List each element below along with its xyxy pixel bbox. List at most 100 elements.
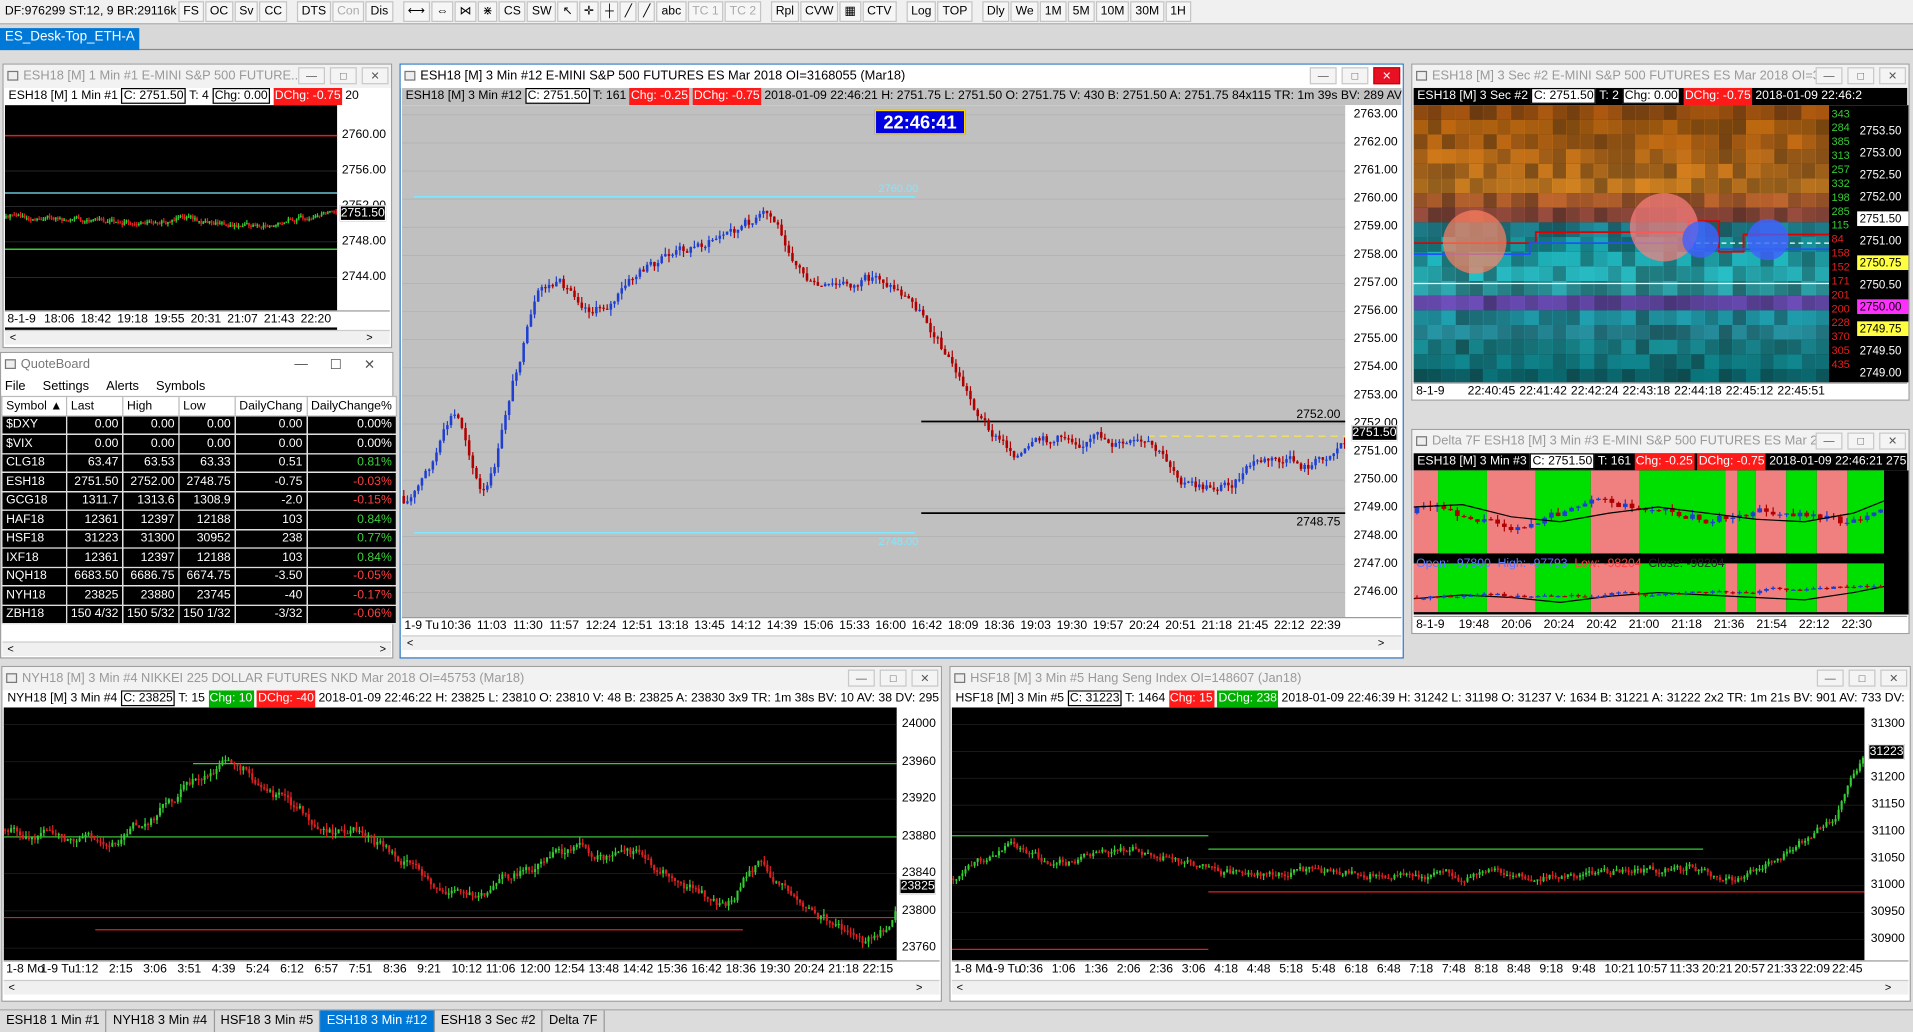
- drawing-tool-icon[interactable]: ↖: [557, 1, 578, 22]
- toolbar-button-con[interactable]: Con: [332, 1, 365, 22]
- drawing-tool-icon[interactable]: ✛: [578, 1, 599, 22]
- menu-item-alerts[interactable]: Alerts: [106, 379, 139, 394]
- window-title[interactable]: ESH18 [M] 3 Min #12 E-MINI S&P 500 FUTUR…: [400, 64, 1403, 88]
- chart-tab[interactable]: ESH18 3 Min #12: [320, 1010, 435, 1032]
- window-title[interactable]: HSF18 [M] 3 Min #5 Hang Seng Index OI=14…: [950, 667, 1910, 691]
- toolbar-button-10m[interactable]: 10M: [1095, 1, 1130, 22]
- toolbar-tool-icon[interactable]: ⟷: [402, 1, 431, 22]
- toolbar-button-1h[interactable]: 1H: [1165, 1, 1191, 22]
- menu-item-file[interactable]: File: [5, 379, 26, 394]
- horizontal-scrollbar[interactable]: < >: [2, 641, 391, 657]
- close-icon[interactable]: ✕: [364, 357, 375, 373]
- window-title[interactable]: NYH18 [M] 3 Min #4 NIKKEI 225 DOLLAR FUT…: [2, 667, 941, 691]
- table-row[interactable]: CLG18 63.47 63.53 63.33 0.51 0.81%: [1, 452, 397, 473]
- chart-window-esh18-3sec[interactable]: ESH18 [M] 3 Sec #2 E-MINI S&P 500 FUTURE…: [1411, 63, 1910, 401]
- toolbar-button-dis[interactable]: Dis: [365, 1, 394, 22]
- close-button[interactable]: ✕: [1880, 669, 1908, 687]
- horizontal-scrollbar[interactable]: < >: [401, 635, 1402, 650]
- drawing-tool-icon[interactable]: ╱: [619, 1, 638, 22]
- table-row[interactable]: HSF18 31223 31300 30952 238 0.77%: [1, 528, 397, 549]
- toolbar-button-we[interactable]: We: [1010, 1, 1039, 22]
- maximize-button[interactable]: □: [1341, 67, 1369, 85]
- chart-tab[interactable]: ESH18 3 Sec #2: [435, 1010, 543, 1032]
- chart-tab[interactable]: NYH18 3 Min #4: [107, 1010, 215, 1032]
- table-row[interactable]: IXF18 12361 12397 12188 103 0.84%: [1, 547, 397, 568]
- toolbar-button-30m[interactable]: 30M: [1130, 1, 1165, 22]
- toolbar-button-cvw[interactable]: CVW: [800, 1, 839, 22]
- drawing-tool-icon[interactable]: ┼: [600, 1, 619, 22]
- heatmap-plot[interactable]: 3432843853132573321982851158415815217120…: [1413, 105, 1909, 383]
- chart-window-delta-7f[interactable]: Delta 7F ESH18 [M] 3 Min #3 E-MINI S&P 5…: [1411, 428, 1910, 635]
- close-button[interactable]: ✕: [911, 669, 939, 687]
- quoteboard-window[interactable]: QuoteBoard — ☐ ✕ File Settings Alerts Symbols…: [0, 351, 397, 659]
- chart-tab[interactable]: Delta 7F: [543, 1010, 605, 1032]
- minimize-button[interactable]: —: [847, 669, 875, 687]
- close-button[interactable]: ✕: [1879, 432, 1907, 450]
- column-header[interactable]: High: [122, 395, 180, 417]
- table-row[interactable]: ZBH18 150 4/32 150 5/32 150 1/32 -3/32 -0.06%: [1, 604, 397, 625]
- column-header[interactable]: DailyChange%: [306, 395, 397, 417]
- menu-item-settings[interactable]: Settings: [43, 379, 89, 394]
- toolbar-button-5m[interactable]: 5M: [1067, 1, 1095, 22]
- table-row[interactable]: NQH18 6683.50 6686.75 6674.75 -3.50 -0.05%: [1, 566, 397, 587]
- table-row[interactable]: $DXY 0.00 0.00 0.00 0.00 0.00%: [1, 414, 397, 435]
- minimize-button[interactable]: —: [1815, 432, 1843, 450]
- toolbar-button-cs[interactable]: CS: [499, 1, 526, 22]
- toolbar-button-sv[interactable]: Sv: [234, 1, 259, 22]
- drawing-tool-icon[interactable]: ╱: [638, 1, 656, 22]
- toolbar-button-cc[interactable]: CC: [259, 1, 288, 22]
- column-header[interactable]: DailyChang: [234, 395, 308, 417]
- toolbar-tool-icon[interactable]: ⋈: [454, 1, 477, 22]
- toolbar-button-log[interactable]: Log: [906, 1, 937, 22]
- minimize-icon[interactable]: —: [294, 357, 307, 373]
- price-plot[interactable]: 2760.002748.002752.002748.75: [401, 105, 1347, 620]
- table-row[interactable]: ESH18 2751.50 2752.00 2748.75 -0.75 -0.03%: [1, 471, 397, 492]
- minimize-button[interactable]: —: [1816, 669, 1844, 687]
- horizontal-scrollbar[interactable]: < >: [3, 979, 940, 995]
- horizontal-scrollbar[interactable]: < >: [951, 979, 1909, 995]
- toolbar-button-dly[interactable]: Dly: [982, 1, 1010, 22]
- minimize-button[interactable]: —: [1815, 67, 1843, 85]
- table-row[interactable]: NYH18 23825 23880 23745 -40 -0.17%: [1, 585, 397, 606]
- toolbar-button-rpl[interactable]: Rpl: [770, 1, 799, 22]
- chart-window-nyh18[interactable]: NYH18 [M] 3 Min #4 NIKKEI 225 DOLLAR FUT…: [1, 665, 943, 1002]
- column-header[interactable]: Last: [66, 395, 124, 417]
- table-row[interactable]: $VIX 0.00 0.00 0.00 0.00 0.00%: [1, 433, 397, 454]
- price-plot[interactable]: [3, 707, 897, 961]
- chart-window-esh18-3min-main[interactable]: ESH18 [M] 3 Min #12 E-MINI S&P 500 FUTUR…: [399, 63, 1404, 659]
- chart-window-hsf18[interactable]: HSF18 [M] 3 Min #5 Hang Seng Index OI=14…: [949, 665, 1911, 1002]
- toolbar-button-tc-2[interactable]: TC 2: [724, 1, 762, 22]
- toolbar-button-top[interactable]: TOP: [937, 1, 973, 22]
- minimize-button[interactable]: —: [298, 67, 325, 85]
- horizontal-scrollbar[interactable]: < >: [4, 329, 390, 345]
- table-row[interactable]: GCG18 1311.7 1313.6 1308.9 -2.0 -0.15%: [1, 490, 397, 511]
- price-plot[interactable]: [4, 105, 338, 333]
- toolbar-button-tc-1[interactable]: TC 1: [687, 1, 724, 22]
- chart-tab[interactable]: ESH18 1 Min #1: [0, 1010, 107, 1032]
- maximize-button[interactable]: □: [329, 67, 357, 85]
- column-header[interactable]: Symbol ▲: [1, 395, 68, 417]
- toolbar-button-ctv[interactable]: CTV: [862, 1, 897, 22]
- maximize-button[interactable]: □: [1848, 669, 1876, 687]
- delta-plot[interactable]: [1413, 470, 1909, 615]
- maximize-button[interactable]: □: [1847, 67, 1875, 85]
- close-button[interactable]: ✕: [1373, 67, 1401, 85]
- menu-item-symbols[interactable]: Symbols: [156, 379, 205, 394]
- chart-window-esh18-1min[interactable]: ESH18 [M] 1 Min #1 E-MINI S&P 500 FUTURE…: [2, 63, 393, 349]
- toolbar-button-dts[interactable]: DTS: [296, 1, 331, 22]
- chart-tab[interactable]: HSF18 3 Min #5: [214, 1010, 321, 1032]
- maximize-button[interactable]: □: [879, 669, 907, 687]
- toolbar-button-fs[interactable]: FS: [178, 1, 204, 22]
- desktop-tab[interactable]: ES_Desk-Top_ETH-A: [0, 28, 140, 51]
- toolbar-button-abc[interactable]: abc: [656, 1, 687, 22]
- maximize-button[interactable]: □: [1847, 432, 1875, 450]
- grid-icon[interactable]: ▦: [839, 1, 861, 22]
- toolbar-button-1m[interactable]: 1M: [1039, 1, 1067, 22]
- table-row[interactable]: HAF18 12361 12397 12188 103 0.84%: [1, 509, 397, 530]
- toolbar-tool-icon[interactable]: ⋇: [477, 1, 498, 22]
- toolbar-button-sw[interactable]: SW: [527, 1, 557, 22]
- column-header[interactable]: Low: [178, 395, 236, 417]
- close-button[interactable]: ✕: [361, 67, 389, 85]
- toolbar-tool-icon[interactable]: ⇔: [431, 1, 454, 22]
- maximize-icon[interactable]: ☐: [330, 357, 342, 373]
